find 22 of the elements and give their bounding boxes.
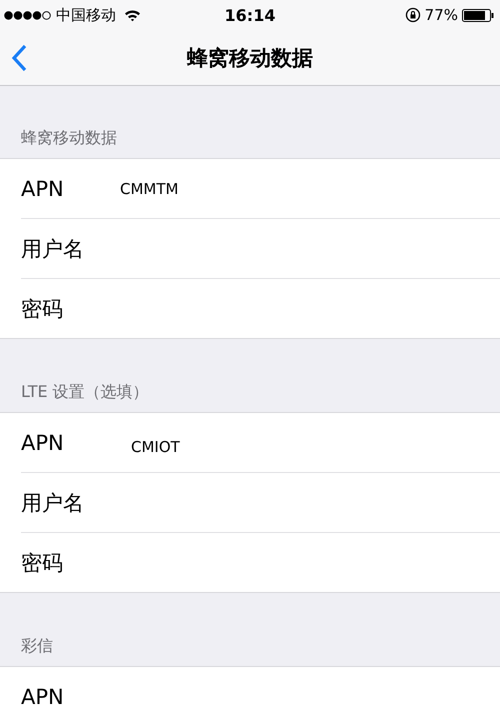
field-label: APN <box>21 430 65 454</box>
section-header: 彩信 <box>21 636 53 657</box>
input-field[interactable]: CMIOT <box>131 438 281 456</box>
section-header: 蜂窝移动数据 <box>21 128 117 149</box>
field-label: APN <box>21 684 65 708</box>
section-header: LTE 设置（选填） <box>21 382 149 403</box>
page-title: 蜂窝移动数据 <box>186 44 314 72</box>
battery-icon <box>462 8 494 22</box>
field-label: 用户名 <box>21 236 85 262</box>
back-icon <box>11 44 27 72</box>
wifi-icon <box>124 8 141 22</box>
field-label: 密码 <box>21 296 64 322</box>
signal-icon <box>4 10 52 20</box>
battery-percent: 77% <box>424 6 458 24</box>
rotation-lock-icon <box>404 7 421 23</box>
input-field[interactable]: CMMTM <box>120 180 270 198</box>
carrier-name: 中国移动 <box>56 6 116 24</box>
field-label: 密码 <box>21 550 64 576</box>
field-label: APN <box>21 176 65 200</box>
clock-time: 16:14 <box>224 6 276 24</box>
field-label: 用户名 <box>21 490 85 516</box>
back-button[interactable] <box>11 44 27 72</box>
